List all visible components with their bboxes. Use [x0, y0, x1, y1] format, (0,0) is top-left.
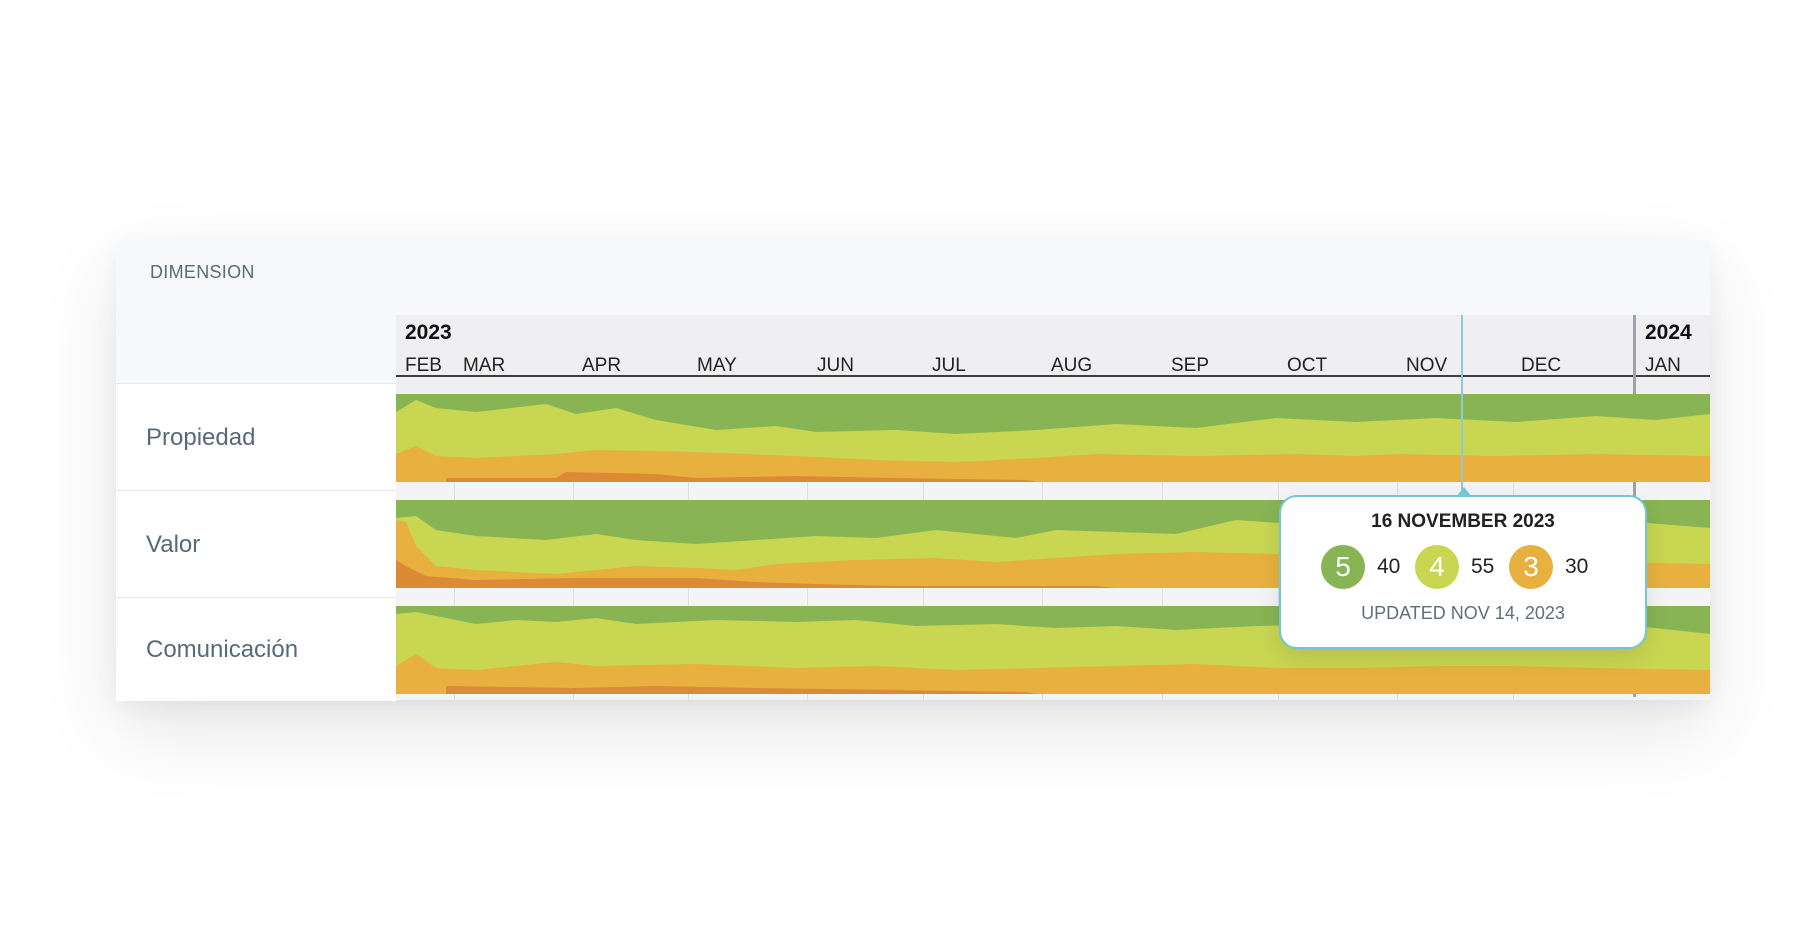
year-label: 2024	[1645, 321, 1692, 344]
year-label: 2023	[405, 321, 452, 344]
score-5-count: 40	[1377, 555, 1401, 578]
row-label: Comunicación	[146, 636, 299, 663]
score-3-count: 30	[1565, 555, 1589, 578]
tooltip-updated: UPDATED NOV 14, 2023	[1361, 603, 1565, 623]
month-label: JUL	[932, 355, 966, 376]
score-5-badge: 5	[1321, 545, 1365, 589]
month-label: JUN	[817, 355, 854, 376]
month-label: AUG	[1051, 355, 1093, 376]
month-label: FEB	[405, 355, 442, 376]
row-valor[interactable]: Valor	[116, 490, 396, 597]
score-4-badge: 4	[1415, 545, 1459, 589]
score-4-count: 55	[1471, 555, 1495, 578]
row-label: Propiedad	[146, 424, 256, 451]
tooltip-date: 16 NOVEMBER 2023	[1371, 511, 1555, 532]
date-cursor-line	[1461, 315, 1463, 490]
row-propiedad[interactable]: Propiedad	[116, 383, 396, 490]
month-label: JAN	[1645, 355, 1681, 376]
header-divider	[396, 375, 1710, 377]
row-comunicacion[interactable]: Comunicación	[116, 597, 396, 701]
score-3-badge: 3	[1509, 545, 1553, 589]
month-label: DEC	[1521, 355, 1562, 376]
month-label: MAR	[463, 355, 506, 376]
date-tooltip: 16 NOVEMBER 2023 5 40 4 55 3 30 UPDATED …	[1279, 487, 1647, 649]
row-label: Valor	[146, 531, 201, 558]
month-label: APR	[582, 355, 622, 376]
stacked-area-propiedad[interactable]	[396, 394, 1710, 482]
month-label: MAY	[697, 355, 737, 376]
month-label: OCT	[1287, 355, 1328, 376]
month-label: NOV	[1406, 355, 1448, 376]
dimension-header-label: DIMENSION	[150, 262, 255, 282]
month-label: SEP	[1171, 355, 1210, 376]
